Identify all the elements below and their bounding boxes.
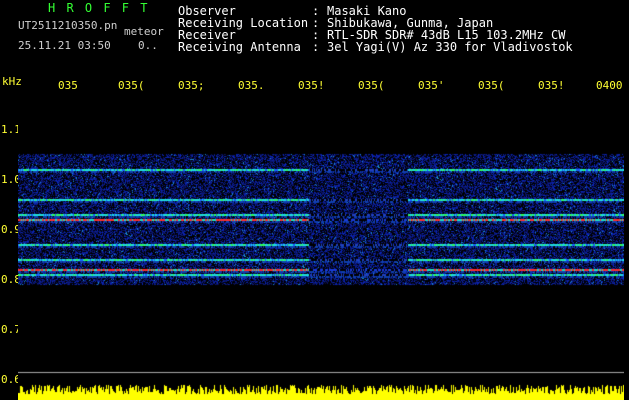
info-value: 3el Yagi(V) Az 330 for Vladivostok bbox=[327, 40, 573, 54]
x-tick-label: 035( bbox=[118, 79, 145, 92]
y-axis-unit: kHz bbox=[2, 75, 22, 88]
spectrogram-canvas bbox=[18, 100, 624, 400]
x-tick-label: 035! bbox=[538, 79, 565, 92]
counter: 0.. bbox=[138, 39, 158, 52]
app-name: H R O F F T bbox=[48, 1, 150, 15]
x-tick-label: 035' bbox=[418, 79, 445, 92]
x-tick-label: 035! bbox=[298, 79, 325, 92]
timestamp: 25.11.21 03:50 bbox=[18, 39, 111, 52]
x-tick-label: 035. bbox=[238, 79, 265, 92]
x-tick-label: 035; bbox=[178, 79, 205, 92]
info-label: Receiving Antenna bbox=[178, 40, 301, 54]
x-tick-label: 035 bbox=[58, 79, 78, 92]
x-tick-label: 035( bbox=[358, 79, 385, 92]
x-tick-label: 035( bbox=[478, 79, 505, 92]
x-tick-label: 0400 bbox=[596, 79, 623, 92]
subtitle: meteor bbox=[124, 25, 164, 38]
info-colon: : bbox=[312, 40, 320, 54]
file-name: UT2511210350.pn bbox=[18, 19, 118, 32]
